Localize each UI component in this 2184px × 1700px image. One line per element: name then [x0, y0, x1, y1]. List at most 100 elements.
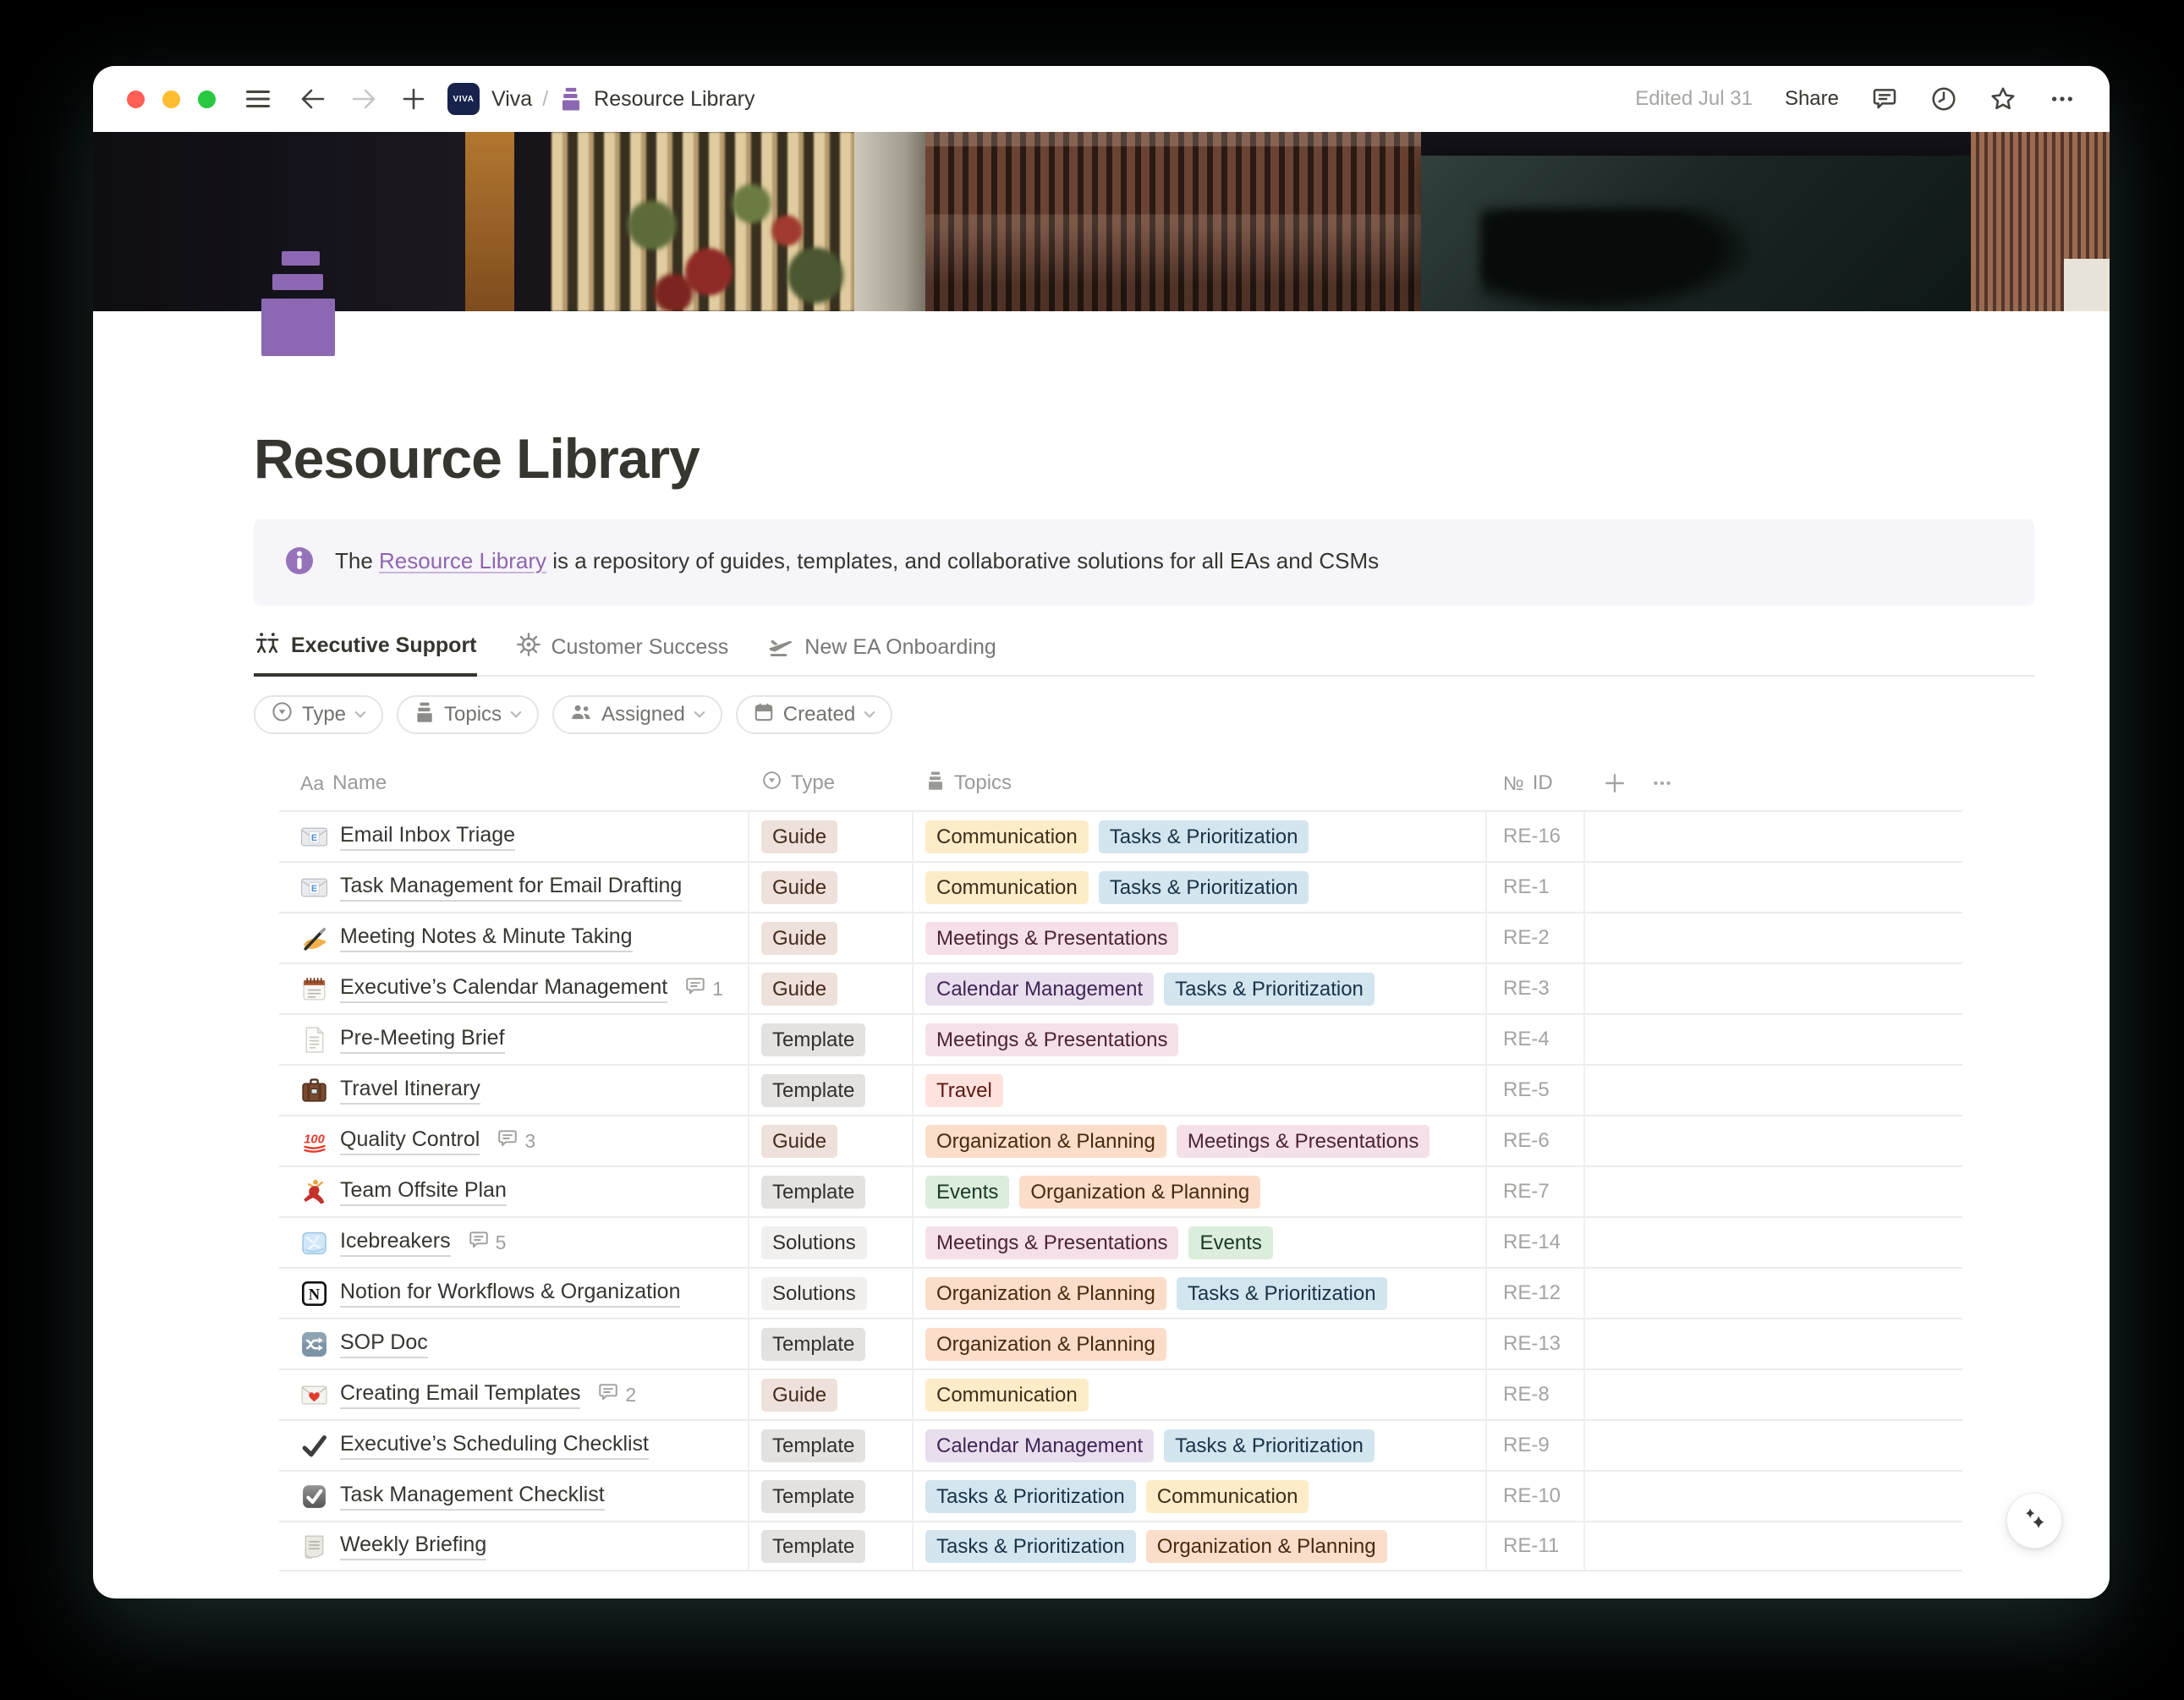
favorite-star-icon[interactable]	[1989, 85, 2017, 112]
topics-cell[interactable]: EventsOrganization & Planning	[914, 1167, 1487, 1216]
type-tag[interactable]: Guide	[761, 820, 837, 853]
topics-cell[interactable]: CommunicationTasks & Prioritization	[914, 863, 1487, 912]
page-icon[interactable]	[259, 251, 343, 356]
type-tag[interactable]: Guide	[761, 1379, 837, 1412]
type-tag[interactable]: Template	[761, 1074, 865, 1107]
row-title-link[interactable]: Meeting Notes & Minute Taking	[340, 924, 633, 952]
type-tag[interactable]: Solutions	[761, 1277, 867, 1310]
topic-tag[interactable]: Events	[1188, 1226, 1272, 1259]
minimize-window-button[interactable]	[162, 90, 180, 108]
topic-tag[interactable]: Meetings & Presentations	[1177, 1125, 1429, 1158]
more-options-icon[interactable]	[2049, 85, 2076, 112]
topic-tag[interactable]: Organization & Planning	[1146, 1530, 1387, 1563]
resource-library-link[interactable]: Resource Library	[379, 548, 546, 573]
topic-tag[interactable]: Tasks & Prioritization	[1164, 973, 1375, 1006]
type-cell[interactable]: Template	[749, 1319, 914, 1368]
column-header-type[interactable]: Type	[749, 756, 914, 810]
type-tag[interactable]: Template	[761, 1480, 865, 1513]
topics-cell[interactable]: Calendar ManagementTasks & Prioritizatio…	[914, 1421, 1487, 1470]
table-row[interactable]: Executive’s Calendar Management 1 Guide …	[279, 962, 1962, 1013]
type-cell[interactable]: Solutions	[749, 1218, 914, 1267]
row-id[interactable]: RE-12	[1487, 1269, 1585, 1318]
row-title-link[interactable]: Notion for Workflows & Organization	[340, 1280, 680, 1308]
table-row[interactable]: Meeting Notes & Minute Taking Guide Meet…	[279, 912, 1962, 962]
type-cell[interactable]: Guide	[749, 863, 914, 912]
type-tag[interactable]: Template	[761, 1429, 865, 1462]
row-title-link[interactable]: Task Management Checklist	[340, 1483, 605, 1511]
tab-new-ea-onboarding[interactable]: New EA Onboarding	[767, 631, 996, 677]
topic-tag[interactable]: Organization & Planning	[925, 1125, 1166, 1158]
topic-tag[interactable]: Tasks & Prioritization	[1164, 1429, 1375, 1462]
sidebar-toggle-icon[interactable]	[246, 89, 272, 109]
row-title-link[interactable]: Pre-Meeting Brief	[340, 1026, 505, 1054]
topic-tag[interactable]: Meetings & Presentations	[925, 1023, 1178, 1056]
type-tag[interactable]: Template	[761, 1023, 865, 1056]
type-cell[interactable]: Template	[749, 1167, 914, 1216]
row-title-link[interactable]: Weekly Briefing	[340, 1533, 486, 1560]
filter-type[interactable]: Type	[254, 695, 383, 734]
table-row[interactable]: E Email Inbox Triage Guide Communication…	[279, 810, 1962, 861]
back-arrow-icon[interactable]	[300, 88, 326, 110]
row-title-link[interactable]: Team Offsite Plan	[340, 1178, 507, 1206]
type-tag[interactable]: Guide	[761, 973, 837, 1006]
topics-cell[interactable]: Communication	[914, 1370, 1487, 1419]
row-id[interactable]: RE-10	[1487, 1472, 1585, 1521]
column-header-id[interactable]: № ID	[1487, 756, 1585, 810]
row-title-link[interactable]: Icebreakers	[340, 1229, 451, 1257]
type-tag[interactable]: Template	[761, 1530, 865, 1563]
row-id[interactable]: RE-16	[1487, 812, 1585, 861]
topics-cell[interactable]: Organization & Planning Meetings & Presen…	[914, 1116, 1487, 1165]
topic-tag[interactable]: Meetings & Presentations	[925, 922, 1178, 955]
type-cell[interactable]: Guide	[749, 1116, 914, 1165]
row-title-link[interactable]: Email Inbox Triage	[340, 823, 515, 851]
filter-topics[interactable]: Topics	[397, 695, 539, 734]
topic-tag[interactable]: Communication	[925, 820, 1089, 853]
topics-cell[interactable]: Travel	[914, 1066, 1487, 1115]
table-row[interactable]: E Task Management for Email Drafting Gui…	[279, 861, 1962, 912]
topic-tag[interactable]: Organization & Planning	[925, 1277, 1166, 1310]
topic-tag[interactable]: Tasks & Prioritization	[1099, 820, 1309, 853]
comment-badge[interactable]: 5	[468, 1229, 507, 1256]
topics-cell[interactable]: Meetings & Presentations	[914, 1015, 1487, 1064]
row-id[interactable]: RE-1	[1487, 863, 1585, 912]
table-row[interactable]: Task Management Checklist Template Tasks…	[279, 1470, 1962, 1521]
comments-icon[interactable]	[1871, 85, 1898, 112]
type-tag[interactable]: Guide	[761, 871, 837, 904]
type-cell[interactable]: Template	[749, 1522, 914, 1570]
topic-tag[interactable]: Organization & Planning	[1019, 1176, 1260, 1209]
topic-tag[interactable]: Communication	[1146, 1480, 1309, 1513]
topics-cell[interactable]: Organization & Planning	[914, 1319, 1487, 1368]
row-id[interactable]: RE-9	[1487, 1421, 1585, 1470]
row-id[interactable]: RE-14	[1487, 1218, 1585, 1267]
forward-arrow-icon[interactable]	[351, 88, 376, 110]
table-row[interactable]: SOP Doc Template Organization & Planning…	[279, 1318, 1962, 1368]
row-id[interactable]: RE-6	[1487, 1116, 1585, 1165]
filter-assigned[interactable]: Assigned	[552, 695, 722, 734]
topics-cell[interactable]: Meetings & Presentations	[914, 913, 1487, 962]
type-tag[interactable]: Solutions	[761, 1226, 867, 1259]
type-cell[interactable]: Guide	[749, 1370, 914, 1419]
row-id[interactable]: RE-8	[1487, 1370, 1585, 1419]
ai-assistant-button[interactable]	[2006, 1493, 2062, 1549]
topic-tag[interactable]: Tasks & Prioritization	[1177, 1277, 1387, 1310]
row-id[interactable]: RE-13	[1487, 1319, 1585, 1368]
breadcrumb-page[interactable]: Resource Library	[594, 87, 755, 112]
column-header-name[interactable]: Aa Name	[279, 756, 749, 810]
type-tag[interactable]: Guide	[761, 922, 837, 955]
table-row[interactable]: Pre-Meeting Brief Template Meetings & Pr…	[279, 1013, 1962, 1064]
row-id[interactable]: RE-4	[1487, 1015, 1585, 1064]
add-column-plus-icon[interactable]	[1604, 772, 1626, 794]
topics-cell[interactable]: Calendar ManagementTasks & Prioritizatio…	[914, 964, 1487, 1013]
table-row[interactable]: Team Offsite Plan Template EventsOrganiz…	[279, 1165, 1962, 1216]
row-title-link[interactable]: Travel Itinerary	[340, 1077, 480, 1105]
type-cell[interactable]: Template	[749, 1015, 914, 1064]
table-row[interactable]: Executive’s Scheduling Checklist Templat…	[279, 1419, 1962, 1470]
breadcrumb-workspace[interactable]: Viva	[491, 87, 532, 112]
topics-cell[interactable]: Communication Tasks & Prioritization	[914, 812, 1487, 861]
topic-tag[interactable]: Tasks & Prioritization	[925, 1530, 1136, 1563]
table-row[interactable]: Weekly Briefing Template Tasks & Priorit…	[279, 1521, 1962, 1571]
filter-created[interactable]: Created	[736, 695, 892, 734]
type-cell[interactable]: Solutions	[749, 1269, 914, 1318]
topics-cell[interactable]: Meetings & PresentationsEvents	[914, 1218, 1487, 1267]
type-cell[interactable]: Guide	[749, 964, 914, 1013]
